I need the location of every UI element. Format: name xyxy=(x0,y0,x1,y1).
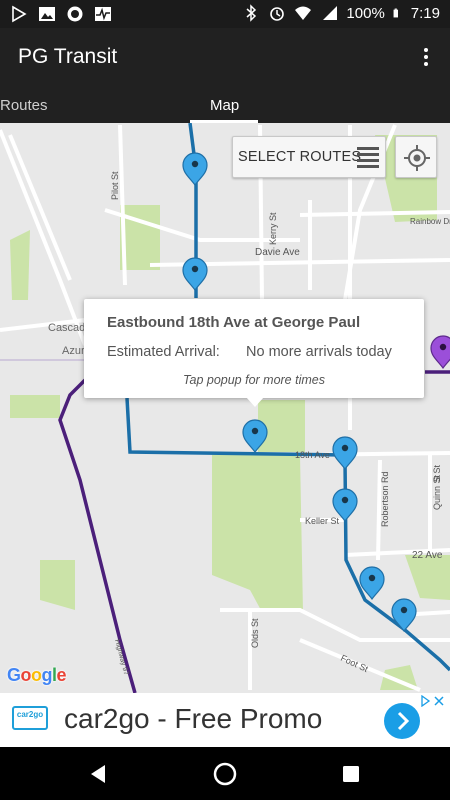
street-label: Olds St xyxy=(250,618,260,648)
street-label: Azur xyxy=(62,345,85,357)
street-label: Keller St xyxy=(305,516,340,526)
arrival-value: No more arrivals today xyxy=(246,344,392,360)
pulse-icon xyxy=(95,7,111,21)
tab-routes[interactable]: Routes xyxy=(0,97,48,114)
park-area xyxy=(40,560,75,610)
park-area xyxy=(10,230,30,300)
popup-title: Eastbound 18th Ave at George Paul xyxy=(107,314,361,331)
street-label: 18th Ave xyxy=(295,450,330,460)
battery-icon xyxy=(393,8,398,18)
back-icon[interactable] xyxy=(86,761,112,787)
clock: 7:19 xyxy=(410,4,440,22)
recents-icon[interactable] xyxy=(338,761,364,787)
system-nav-bar xyxy=(0,747,450,800)
ad-text[interactable]: car2go - Free Promo xyxy=(64,703,322,735)
bus-stop-pin[interactable] xyxy=(332,436,358,470)
ad-choices-icon[interactable] xyxy=(420,695,446,707)
street-label: Davie Ave xyxy=(255,247,300,258)
crosshair-icon xyxy=(404,145,430,171)
status-bar: 100% 7:19 xyxy=(0,0,450,28)
map-view[interactable]: Pilot St Kerry St Davie Ave Rainbow Dr C… xyxy=(0,123,450,693)
bus-stop-pin-purple[interactable] xyxy=(430,335,450,369)
wifi-icon xyxy=(295,6,312,20)
popup-hint: Tap popup for more times xyxy=(183,373,325,387)
select-routes-label: SELECT ROUTES xyxy=(238,149,362,165)
street-label: Pilot St xyxy=(110,171,120,200)
park-area xyxy=(212,455,303,612)
map-canvas[interactable]: Pilot St Kerry St Davie Ave Rainbow Dr C… xyxy=(0,123,450,693)
street-label: Highway 97 xyxy=(113,639,129,676)
image-icon xyxy=(39,7,55,21)
street-label: Foot St xyxy=(339,653,370,675)
bus-stop-pin[interactable] xyxy=(391,598,417,632)
battery-percent: 100% xyxy=(346,4,385,22)
chevron-right-icon xyxy=(397,711,410,731)
arrival-label: Estimated Arrival: xyxy=(107,344,220,360)
alarm-icon xyxy=(270,7,285,21)
street-label: S St xyxy=(432,464,442,482)
signal-icon xyxy=(323,6,338,20)
street-label: Kerry St xyxy=(268,212,278,245)
street-label: Robertson Rd xyxy=(380,471,390,527)
app-title: PG Transit xyxy=(18,45,118,68)
bus-stop-pin[interactable] xyxy=(182,257,208,291)
stop-info-popup[interactable]: Eastbound 18th Ave at George Paul Estima… xyxy=(84,299,424,407)
street-label: 22 Ave xyxy=(412,550,443,561)
bus-stop-pin[interactable] xyxy=(182,152,208,186)
popup-tail xyxy=(246,397,264,407)
tab-map[interactable]: Map xyxy=(210,97,239,114)
list-icon xyxy=(357,147,379,168)
overflow-menu-icon[interactable] xyxy=(416,45,436,71)
select-routes-button[interactable]: SELECT ROUTES xyxy=(232,136,386,178)
google-logo: Google xyxy=(7,665,67,685)
bluetooth-icon xyxy=(246,4,257,22)
app-bar: PG Transit xyxy=(0,28,450,88)
park-area xyxy=(10,395,60,418)
record-icon xyxy=(67,6,83,22)
play-store-icon xyxy=(12,5,27,23)
home-icon[interactable] xyxy=(212,761,238,787)
car2go-logo: car2go xyxy=(12,706,48,730)
my-location-button[interactable] xyxy=(395,136,437,178)
ad-banner[interactable]: car2go car2go - Free Promo xyxy=(0,693,450,747)
street-label: Rainbow Dr xyxy=(410,217,450,226)
ad-arrow-button[interactable] xyxy=(384,703,420,739)
street-label: Cascad xyxy=(48,322,85,334)
tab-bar: Routes Map xyxy=(0,88,450,123)
route-line-purple xyxy=(58,378,137,693)
park-area xyxy=(405,555,450,600)
